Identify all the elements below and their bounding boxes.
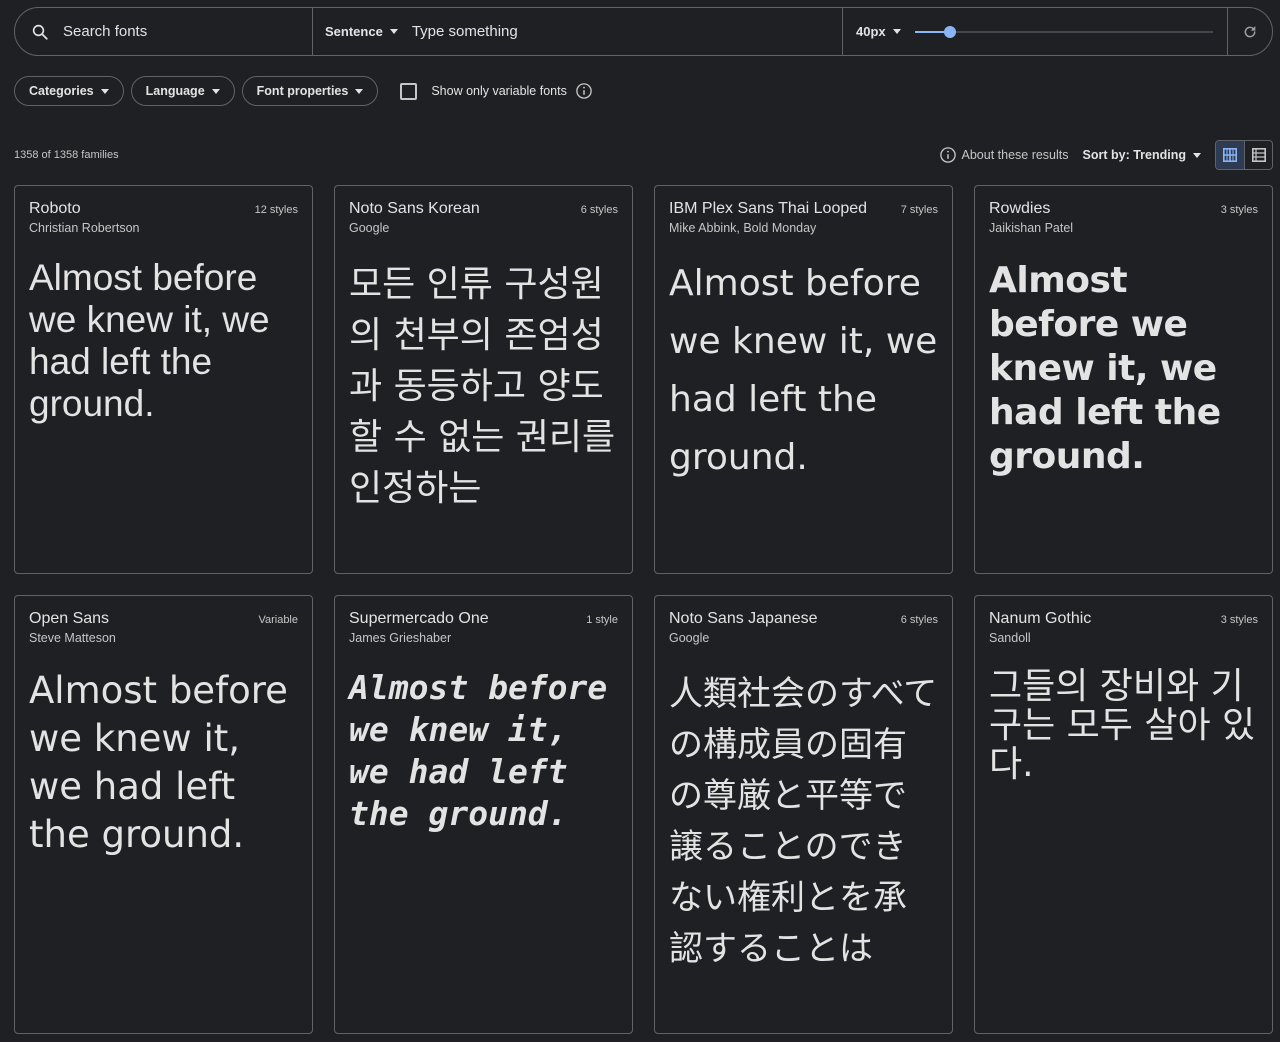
font-size-dropdown[interactable]: 40px [856, 24, 901, 39]
font-card[interactable]: Open Sans Variable Steve Matteson Almost… [14, 595, 313, 1034]
font-card[interactable]: Roboto 12 styles Christian Robertson Alm… [14, 185, 313, 574]
font-card[interactable]: Noto Sans Korean 6 styles Google 모든 인류 구… [334, 185, 633, 574]
font-card[interactable]: IBM Plex Sans Thai Looped 7 styles Mike … [654, 185, 953, 574]
preview-mode-dropdown[interactable]: Sentence [325, 24, 398, 39]
results-bar: 1358 of 1358 families About these result… [14, 140, 1273, 170]
list-view-icon [1251, 148, 1266, 162]
font-designer: Google [669, 631, 710, 645]
refresh-icon [1244, 25, 1256, 37]
card-header: Rowdies 3 styles [989, 200, 1258, 218]
variable-fonts-label[interactable]: Show only variable fonts [431, 84, 567, 98]
font-family-name: Noto Sans Korean [349, 200, 480, 217]
chevron-down-icon [211, 88, 220, 94]
font-sample-text: 그들의 장비와 기구는 모두 살아 있다. [989, 666, 1256, 785]
styles-count: 7 styles [900, 204, 938, 216]
preview-text-section: Sentence [313, 8, 843, 55]
font-card[interactable]: Noto Sans Japanese 6 styles Google 人類社会の… [654, 595, 953, 1034]
font-card[interactable]: Supermercado One 1 style James Grieshabe… [334, 595, 633, 1034]
font-designer: Steve Matteson [29, 631, 116, 645]
font-size-slider[interactable] [914, 24, 1213, 40]
font-family-name: Supermercado One [349, 610, 489, 627]
chip-label: Font properties [256, 84, 349, 98]
font-designer: Sandoll [989, 631, 1031, 645]
variable-fonts-checkbox[interactable] [400, 82, 418, 100]
font-family-name: Noto Sans Japanese [669, 610, 818, 627]
info-icon [939, 147, 956, 163]
filter-bar: Categories Language Font properties Show… [14, 76, 593, 106]
styles-count: 3 styles [1220, 204, 1258, 216]
font-sample-text: Almost before we knew it, we had left th… [349, 668, 608, 833]
slider-track [914, 30, 1213, 33]
font-card[interactable]: Nanum Gothic 3 styles Sandoll 그들의 장비와 기구… [974, 595, 1273, 1034]
font-sample-text: Almost before we knew it, we had left th… [989, 260, 1221, 477]
font-designer: Google [349, 221, 390, 235]
chevron-down-icon [1193, 152, 1201, 158]
search-input[interactable]: Search fonts [63, 23, 147, 40]
font-sample-text: 人類社会のすべての構成員の固有の尊厳と平等で譲ることのできない権利とを承認するこ… [669, 674, 938, 969]
language-filter[interactable]: Language [130, 76, 235, 106]
chip-label: Categories [29, 84, 94, 98]
styles-count: Variable [258, 614, 298, 626]
font-designer: James Grieshaber [349, 631, 452, 645]
reset-button[interactable] [1228, 8, 1272, 55]
styles-count: 3 styles [1220, 614, 1258, 626]
styles-count: 6 styles [580, 204, 618, 216]
card-header: Open Sans Variable [29, 610, 298, 628]
font-sample-text: Almost before we knew it, we had left th… [669, 263, 938, 478]
view-toggle [1215, 140, 1273, 170]
card-header: Nanum Gothic 3 styles [989, 610, 1258, 628]
results-count: 1358 of 1358 families [14, 149, 119, 161]
styles-count: 1 style [586, 614, 618, 626]
card-header: Noto Sans Japanese 6 styles [669, 610, 938, 628]
chip-label: Language [145, 84, 205, 98]
font-family-name: IBM Plex Sans Thai Looped [669, 200, 868, 217]
chevron-down-icon [355, 88, 364, 94]
about-results-button[interactable]: About these results [939, 146, 1069, 164]
font-search-bar: Search fonts Sentence 40px [14, 7, 1273, 56]
font-sample-text: Almost before we knew it, we had left th… [29, 257, 270, 424]
card-header: Supermercado One 1 style [349, 610, 618, 628]
font-size-section: 40px [843, 8, 1228, 55]
list-view-button[interactable] [1244, 141, 1272, 169]
grid-view-icon [1223, 148, 1237, 162]
preview-text-input[interactable] [411, 23, 812, 40]
font-sample-text: Almost before we knew it, we had left th… [29, 669, 288, 856]
search-icon [32, 24, 48, 40]
font-family-name: Nanum Gothic [989, 610, 1092, 627]
font-designer: Jaikishan Patel [989, 221, 1074, 235]
styles-count: 6 styles [900, 614, 938, 626]
sort-label: Sort by: Trending [1082, 148, 1186, 162]
search-field[interactable]: Search fonts [15, 8, 313, 55]
styles-count: 12 styles [254, 204, 298, 216]
grid-view-button[interactable] [1216, 141, 1244, 169]
font-family-name: Roboto [29, 200, 81, 217]
card-header: Noto Sans Korean 6 styles [349, 200, 618, 218]
font-properties-filter[interactable]: Font properties [241, 76, 379, 106]
font-designer: Christian Robertson [29, 221, 140, 235]
font-sample-text: 모든 인류 구성원의 천부의 존엄성과 동등하고 양도할 수 없는 권리를 인정… [349, 264, 616, 509]
font-family-name: Open Sans [29, 610, 110, 627]
preview-mode-label: Sentence [325, 24, 383, 39]
about-results-label: About these results [961, 148, 1069, 162]
chevron-down-icon [892, 29, 901, 34]
info-icon[interactable] [575, 82, 593, 100]
sort-dropdown[interactable]: Sort by: Trending [1083, 148, 1201, 162]
card-header: Roboto 12 styles [29, 200, 298, 218]
chevron-down-icon [389, 29, 398, 34]
categories-filter[interactable]: Categories [14, 76, 124, 106]
font-card[interactable]: Rowdies 3 styles Jaikishan Patel Almost … [974, 185, 1273, 574]
slider-thumb[interactable] [944, 25, 957, 38]
font-designer: Mike Abbink, Bold Monday [669, 221, 817, 235]
font-size-value: 40px [856, 24, 886, 39]
font-family-name: Rowdies [989, 200, 1051, 217]
card-header: IBM Plex Sans Thai Looped 7 styles [669, 200, 938, 218]
chevron-down-icon [100, 88, 109, 94]
